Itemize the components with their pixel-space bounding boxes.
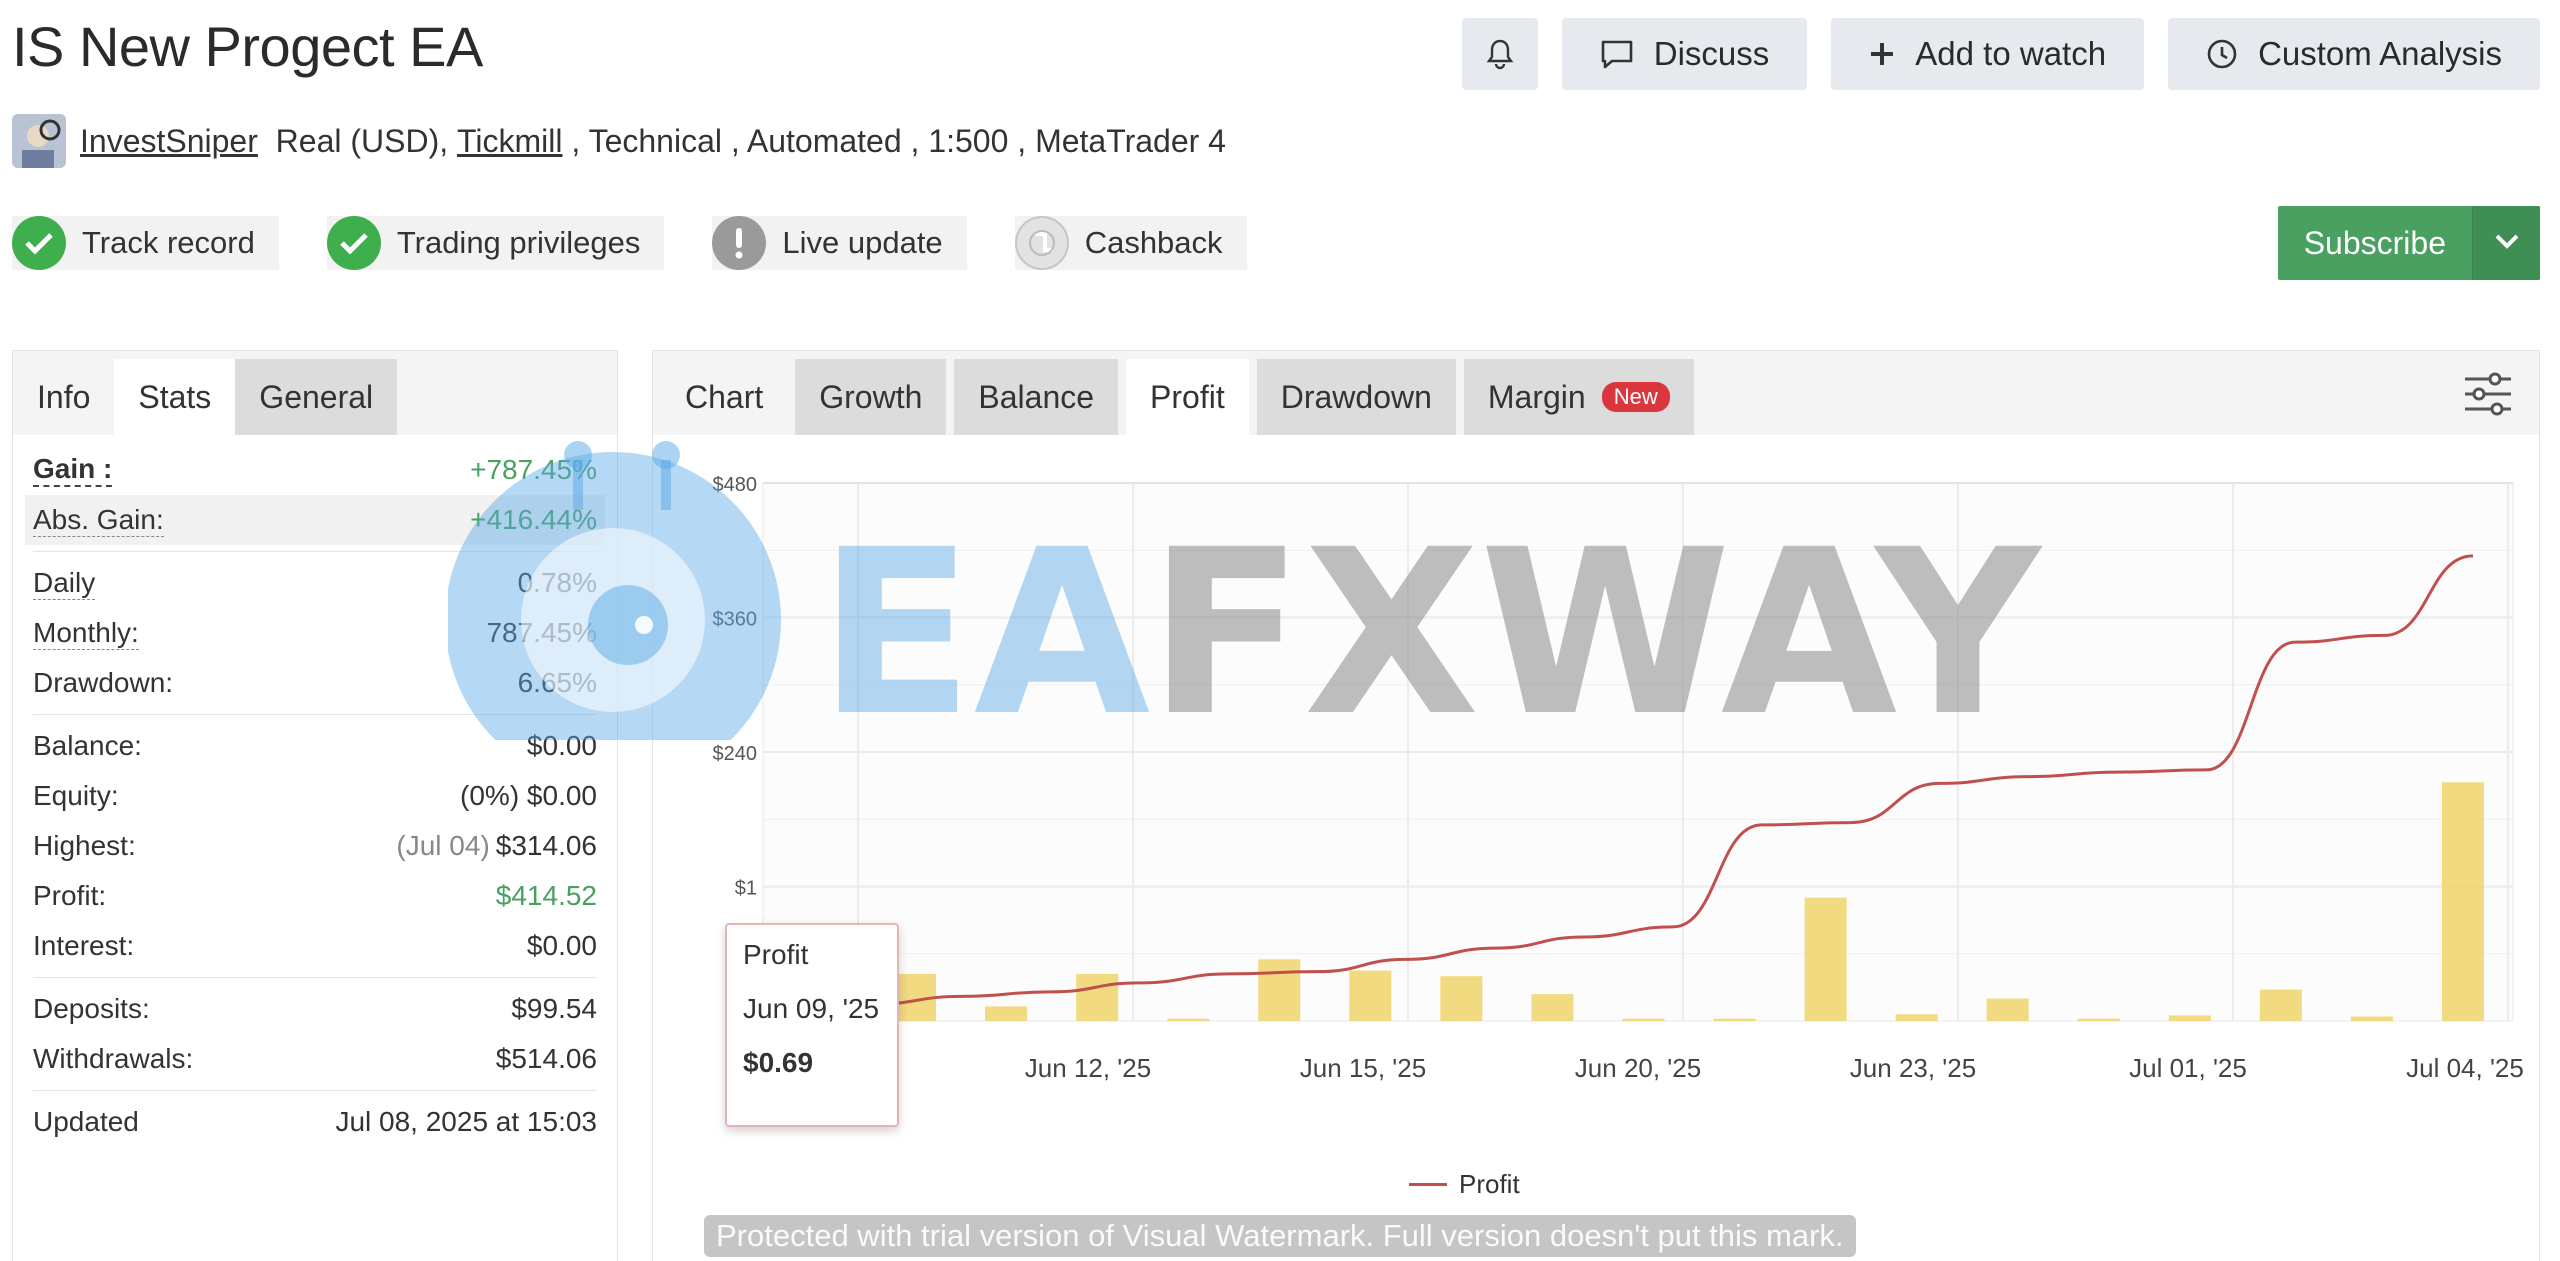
trial-watermark-notice: Protected with trial version of Visual W… [704,1215,1856,1257]
cashback-icon [1014,216,1069,270]
chart-tabs: Chart Growth Balance Profit Drawdown Mar… [653,351,2539,435]
tab-info[interactable]: Info [13,359,114,435]
chart-tabs-label: Chart [685,378,764,415]
check-icon [326,216,381,270]
badge-live-update[interactable]: Live update [712,216,967,270]
stat-drawdown: Drawdown: 6.65% [33,667,597,698]
check-icon [12,216,66,270]
profit-bar[interactable] [1076,973,1119,1021]
x-tick-label: Jun 20, '25 [1575,1053,1701,1083]
broker-link[interactable]: Tickmill [457,123,562,160]
chart-tooltip: Profit Jun 09, '25 $0.69 [725,923,899,1127]
stat-profit: Profit: $414.52 [33,880,597,911]
top-actions: Discuss Add to watch Custom Analysis [1461,18,2540,90]
x-tick-label: Jul 04, '25 [2406,1053,2524,1083]
chart-settings-button[interactable] [2463,371,2513,422]
custom-analysis-button[interactable]: Custom Analysis [2168,18,2540,90]
stat-abs-gain: Abs. Gain: +416.44% [25,495,605,545]
y-tick-label: $360 [713,609,758,631]
exclamation-icon [712,216,767,270]
stat-monthly: Monthly: 787.45% [33,616,597,650]
x-tick-label: Jun 15, '25 [1300,1053,1426,1083]
profit-bar[interactable] [2259,989,2302,1021]
stats-tabs: Info Stats General [13,351,617,435]
stats-list: Gain : +787.45% Abs. Gain: +416.44% Daily 0… [13,435,617,1147]
legend-label: Profit [1459,1169,1520,1199]
profit-bar[interactable] [2441,782,2484,1021]
plus-icon [1869,41,1895,67]
system-meta: InvestSniper Real (USD), Tickmill , Tech… [12,114,1226,168]
bell-icon [1485,38,1515,70]
stat-deposits: Deposits: $99.54 [33,993,597,1024]
account-type: Real (USD), [275,122,449,159]
system-details: , Technical , Automated , 1:500 , MetaTr… [562,122,1226,159]
profit-bar[interactable] [1713,1018,1756,1021]
stat-equity: Equity: (0%) $0.00 [33,780,597,811]
stat-daily: Daily 0.78% [33,566,597,600]
legend-line-swatch [1409,1183,1447,1186]
y-tick-label: $240 [713,743,758,765]
profit-bar[interactable] [1804,897,1847,1021]
subscribe-split-button: Subscribe [2277,206,2540,280]
subscribe-dropdown-button[interactable] [2472,206,2540,280]
new-badge: New [1601,382,1670,412]
y-tick-label: $1 [735,878,757,900]
x-tick-label: Jul 01, '25 [2129,1053,2247,1083]
subscribe-button[interactable]: Subscribe [2278,206,2472,280]
discuss-label: Discuss [1653,35,1770,72]
tooltip-value: $0.69 [743,1047,814,1078]
tooltip-series: Profit [743,939,809,970]
profit-bar[interactable] [2077,1018,2120,1021]
badge-trading-privileges[interactable]: Trading privileges [326,216,665,270]
stat-withdrawals: Withdrawals: $514.06 [33,1043,597,1074]
sliders-icon [2463,372,2513,421]
chart-panel: Chart Growth Balance Profit Drawdown Mar… [652,350,2540,1261]
stat-updated: Updated Jul 08, 2025 at 15:03 [33,1106,597,1137]
tooltip-date: Jun 09, '25 [743,993,880,1024]
profit-bar[interactable] [1895,1014,1938,1021]
chart-legend[interactable]: Profit [1409,1169,1520,1200]
chat-bubble-icon [1600,38,1634,70]
profit-bar[interactable] [1440,976,1483,1021]
notifications-button[interactable] [1461,18,1538,90]
profit-bar[interactable] [985,1006,1028,1021]
discuss-button[interactable]: Discuss [1561,18,1808,90]
author-link[interactable]: InvestSniper [80,123,258,160]
add-to-watch-label: Add to watch [1915,35,2107,72]
stat-interest: Interest: $0.00 [33,930,597,961]
tab-drawdown[interactable]: Drawdown [1256,359,1456,435]
y-tick-label: $480 [713,474,758,496]
tab-growth[interactable]: Growth [795,359,947,435]
x-tick-label: Jun 23, '25 [1850,1053,1976,1083]
profit-bar[interactable] [1622,1018,1665,1021]
verification-badges: Track record Trading privileges Live upd… [12,216,1247,270]
tab-profit[interactable]: Profit [1126,359,1249,435]
profit-bar[interactable] [2350,1016,2393,1021]
stat-gain: Gain : +787.45% [33,453,597,487]
profit-bar[interactable] [2168,1015,2211,1021]
tab-balance[interactable]: Balance [954,359,1119,435]
profit-bar[interactable] [1986,998,2029,1021]
badge-cashback[interactable]: Cashback [1014,216,1247,270]
tab-general[interactable]: General [235,359,398,435]
profit-bar[interactable] [1167,1018,1210,1021]
profit-chart[interactable]: $480 $360 $240 $1 Jun 12, '25 Jun 15, '25 Jun … [653,435,2541,1261]
chevron-down-icon [2494,233,2520,254]
stat-balance: Balance: $0.00 [33,730,597,761]
x-tick-label: Jun 12, '25 [1025,1053,1151,1083]
avatar[interactable] [12,114,66,168]
custom-analysis-label: Custom Analysis [2258,35,2502,72]
page-title: IS New Progect EA [12,15,483,78]
stats-panel: Info Stats General Gain : +787.45% Abs. G… [12,350,618,1261]
profit-bar[interactable] [1349,970,1392,1021]
tab-margin[interactable]: Margin New [1463,359,1694,435]
tab-stats[interactable]: Stats [114,359,236,435]
profit-bar[interactable] [1258,959,1301,1021]
clock-icon [2206,38,2238,70]
profit-bar[interactable] [1531,994,1574,1021]
add-to-watch-button[interactable]: Add to watch [1831,18,2145,90]
badge-track-record[interactable]: Track record [12,216,279,270]
stat-highest: Highest: (Jul 04) $314.06 [33,830,597,861]
